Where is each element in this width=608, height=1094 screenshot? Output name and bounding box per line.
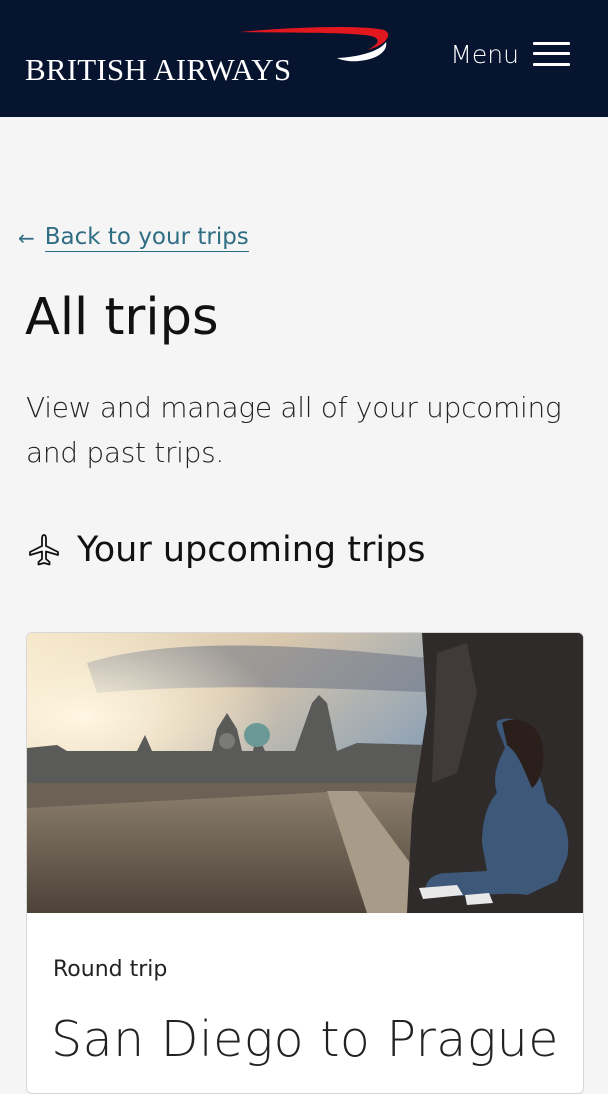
page-title: All trips <box>25 288 219 347</box>
menu-button[interactable]: Menu <box>450 38 570 70</box>
upcoming-trips-heading: Your upcoming trips <box>27 530 426 570</box>
trip-route-title: San Diego to Prague <box>51 1011 559 1068</box>
back-link-label: Back to your trips <box>44 224 249 252</box>
site-header: BRITISH AIRWAYS Menu <box>0 0 608 117</box>
trip-type-label: Round trip <box>53 957 168 982</box>
page-description: View and manage all of your upcoming and… <box>26 391 562 469</box>
plane-icon <box>29 534 59 566</box>
brand-wordmark: BRITISH AIRWAYS <box>25 52 292 87</box>
menu-label: Menu <box>450 39 519 69</box>
trip-destination-image <box>27 633 583 913</box>
section-heading-text: Your upcoming trips <box>77 530 426 570</box>
hamburger-icon <box>533 41 570 67</box>
trip-card[interactable]: Round trip San Diego to Prague <box>26 632 584 1094</box>
back-to-trips-link[interactable]: ← Back to your trips <box>18 224 249 252</box>
arrow-left-icon: ← <box>18 226 35 250</box>
british-airways-logo[interactable]: BRITISH AIRWAYS <box>25 24 395 88</box>
